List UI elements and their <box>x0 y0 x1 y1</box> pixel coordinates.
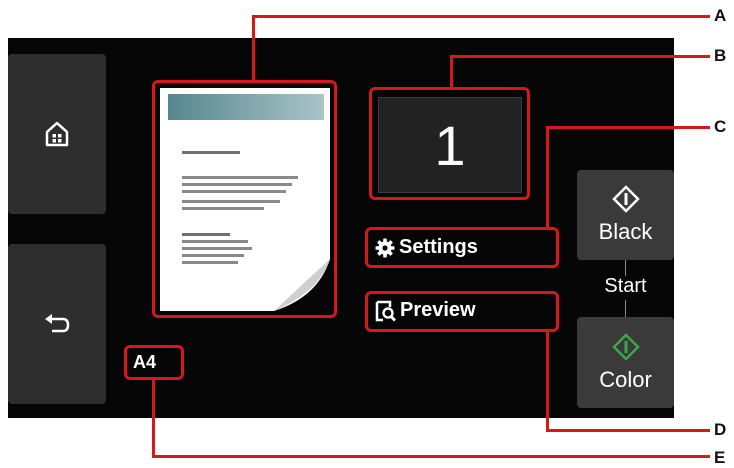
color-start-button[interactable]: Color <box>577 317 674 408</box>
touch-screen <box>8 38 674 418</box>
black-start-button[interactable]: Black <box>577 170 674 260</box>
home-button[interactable] <box>8 54 106 214</box>
callout-frame-a <box>152 80 337 318</box>
callout-label-b: B <box>714 46 727 65</box>
leader-line-c <box>546 126 549 228</box>
leader-line-e <box>152 379 155 458</box>
leader-line-a <box>252 15 710 18</box>
callout-label-a: A <box>714 6 727 25</box>
leader-line-b <box>450 55 453 88</box>
start-label: Start <box>604 275 647 297</box>
callout-label-e: E <box>714 448 726 467</box>
black-label: Black <box>598 219 653 244</box>
leader-line-d <box>546 331 549 432</box>
color-label: Color <box>599 366 652 392</box>
leader-line-b <box>450 55 710 58</box>
leader-line-e <box>152 455 710 458</box>
back-button[interactable] <box>8 244 106 404</box>
start-diamond-icon <box>611 185 640 213</box>
callout-frame-b <box>369 87 530 200</box>
start-divider-line <box>625 260 626 276</box>
callout-label-d: D <box>714 420 727 439</box>
leader-line-d <box>546 429 710 432</box>
start-diamond-icon <box>611 332 640 361</box>
start-divider-line <box>625 300 626 317</box>
leader-line-c <box>546 126 710 129</box>
callout-frame-d <box>365 291 559 332</box>
back-arrow-icon <box>45 314 70 333</box>
home-icon <box>45 121 69 147</box>
callout-frame-c <box>365 227 559 268</box>
leader-line-a <box>252 15 255 81</box>
callout-label-c: C <box>714 117 727 136</box>
callout-frame-e <box>124 345 184 380</box>
